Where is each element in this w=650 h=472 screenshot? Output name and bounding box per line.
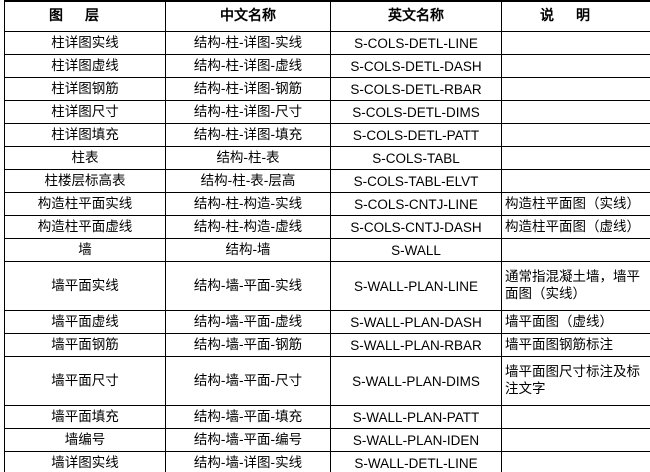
header-row: 图层 中文名称 英文名称 说明 [4, 0, 650, 32]
cell-description: 墙平面图尺寸标注及标注文字 [501, 356, 650, 406]
layer-table: 图层 中文名称 英文名称 说明 柱详图实线 结构-柱-详图-实线 S-COLS-DE… [4, 0, 650, 472]
cell-layer: 墙平面钢筋 [4, 333, 166, 357]
cell-layer: 墙 [4, 238, 166, 262]
table-row: 柱楼层标高表 结构-柱-表-层高 S-COLS-TABL-ELVT [4, 169, 650, 193]
cell-description [501, 123, 650, 147]
cell-english-name: S-WALL-PLAN-DASH [330, 310, 502, 334]
cell-layer: 柱详图尺寸 [4, 100, 166, 124]
cell-chinese-name: 结构-柱-详图-虚线 [165, 54, 331, 78]
table-row: 墙平面虚线 结构-墙-平面-虚线 S-WALL-PLAN-DASH 墙平面图（虚线） [4, 310, 650, 334]
cell-description: 墙平面图钢筋标注 [501, 333, 650, 357]
cell-chinese-name: 结构-墙-平面-虚线 [165, 310, 331, 334]
table-row: 构造柱平面实线 结构-柱-构造-实线 S-COLS-CNTJ-LINE 构造柱平面图（… [4, 192, 650, 216]
table-row: 墙平面填充 结构-墙-平面-填充 S-WALL-PLAN-PATT [4, 405, 650, 429]
cell-chinese-name: 结构-柱-详图-填充 [165, 123, 331, 147]
cell-chinese-name: 结构-柱-构造-实线 [165, 192, 331, 216]
cell-chinese-name: 结构-柱-详图-实线 [165, 31, 331, 55]
cell-english-name: S-COLS-CNTJ-DASH [330, 215, 502, 239]
cell-layer: 墙详图实线 [4, 451, 166, 472]
cell-description: 构造柱平面图（实线） [501, 192, 650, 216]
table-row: 柱详图钢筋 结构-柱-详图-钢筋 S-COLS-DETL-RBAR [4, 77, 650, 101]
cell-chinese-name: 结构-墙-详图-实线 [165, 451, 331, 472]
table-row: 柱详图实线 结构-柱-详图-实线 S-COLS-DETL-LINE [4, 31, 650, 55]
cell-chinese-name: 结构-墙-平面-钢筋 [165, 333, 331, 357]
cell-description [501, 169, 650, 193]
cell-english-name: S-COLS-DETL-PATT [330, 123, 502, 147]
cell-chinese-name: 结构-墙-平面-尺寸 [165, 356, 331, 406]
cell-layer: 墙平面尺寸 [4, 356, 166, 406]
cell-layer: 柱楼层标高表 [4, 169, 166, 193]
cell-layer: 柱详图实线 [4, 31, 166, 55]
cell-english-name: S-COLS-CNTJ-LINE [330, 192, 502, 216]
table-row: 墙平面实线 结构-墙-平面-实线 S-WALL-PLAN-LINE 通常指混凝土墙，墙… [4, 261, 650, 311]
cell-english-name: S-COLS-DETL-RBAR [330, 77, 502, 101]
cell-layer: 墙平面填充 [4, 405, 166, 429]
cell-layer: 柱详图钢筋 [4, 77, 166, 101]
cell-layer: 墙编号 [4, 428, 166, 452]
table-row: 墙详图实线 结构-墙-详图-实线 S-WALL-DETL-LINE [4, 451, 650, 472]
cell-chinese-name: 结构-墙-平面-实线 [165, 261, 331, 311]
cell-chinese-name: 结构-柱-表-层高 [165, 169, 331, 193]
cell-description [501, 238, 650, 262]
table-row: 构造柱平面虚线 结构-柱-构造-虚线 S-COLS-CNTJ-DASH 构造柱平面图（… [4, 215, 650, 239]
table-row: 柱详图虚线 结构-柱-详图-虚线 S-COLS-DETL-DASH [4, 54, 650, 78]
table-row: 柱表 结构-柱-表 S-COLS-TABL [4, 146, 650, 170]
cell-layer: 构造柱平面实线 [4, 192, 166, 216]
cell-description [501, 31, 650, 55]
table-row: 墙平面尺寸 结构-墙-平面-尺寸 S-WALL-PLAN-DIMS 墙平面图尺寸标注及… [4, 356, 650, 406]
cell-english-name: S-COLS-TABL-ELVT [330, 169, 502, 193]
cell-english-name: S-WALL-PLAN-DIMS [330, 356, 502, 406]
cell-english-name: S-WALL-PLAN-PATT [330, 405, 502, 429]
table-row: 墙平面钢筋 结构-墙-平面-钢筋 S-WALL-PLAN-RBAR 墙平面图钢筋标注 [4, 333, 650, 357]
cell-chinese-name: 结构-柱-构造-虚线 [165, 215, 331, 239]
cell-chinese-name: 结构-柱-详图-钢筋 [165, 77, 331, 101]
cell-english-name: S-COLS-DETL-LINE [330, 31, 502, 55]
table-row: 柱详图填充 结构-柱-详图-填充 S-COLS-DETL-PATT [4, 123, 650, 147]
table-row: 墙编号 结构-墙-平面-编号 S-WALL-PLAN-IDEN [4, 428, 650, 452]
header-layer: 图层 [4, 0, 166, 32]
cell-description: 构造柱平面图（虚线） [501, 215, 650, 239]
cell-layer: 墙平面实线 [4, 261, 166, 311]
cell-layer: 构造柱平面虚线 [4, 215, 166, 239]
page: 图层 中文名称 英文名称 说明 柱详图实线 结构-柱-详图-实线 S-COLS-DE… [0, 0, 650, 472]
header-chinese-name: 中文名称 [165, 0, 331, 32]
cell-english-name: S-WALL-PLAN-LINE [330, 261, 502, 311]
cell-chinese-name: 结构-柱-详图-尺寸 [165, 100, 331, 124]
table-body: 柱详图实线 结构-柱-详图-实线 S-COLS-DETL-LINE 柱详图虚线 结构-柱… [4, 31, 650, 472]
table-row: 柱详图尺寸 结构-柱-详图-尺寸 S-COLS-DETL-DIMS [4, 100, 650, 124]
cell-english-name: S-COLS-DETL-DIMS [330, 100, 502, 124]
cell-english-name: S-COLS-DETL-DASH [330, 54, 502, 78]
cell-english-name: S-WALL-PLAN-RBAR [330, 333, 502, 357]
cell-description [501, 428, 650, 452]
cell-description [501, 77, 650, 101]
cell-english-name: S-WALL [330, 238, 502, 262]
cell-layer: 柱表 [4, 146, 166, 170]
cell-description [501, 146, 650, 170]
cell-chinese-name: 结构-墙-平面-填充 [165, 405, 331, 429]
cell-layer: 柱详图填充 [4, 123, 166, 147]
header-english-name: 英文名称 [330, 0, 502, 32]
cell-layer: 墙平面虚线 [4, 310, 166, 334]
cell-description [501, 100, 650, 124]
cell-chinese-name: 结构-墙-平面-编号 [165, 428, 331, 452]
cell-english-name: S-WALL-DETL-LINE [330, 451, 502, 472]
cell-description: 通常指混凝土墙，墙平面图（实线） [501, 261, 650, 311]
cell-layer: 柱详图虚线 [4, 54, 166, 78]
cell-description [501, 54, 650, 78]
cell-description [501, 405, 650, 429]
header-description: 说明 [501, 0, 650, 32]
cell-english-name: S-WALL-PLAN-IDEN [330, 428, 502, 452]
table-row: 墙结构-墙 S-WALL [4, 238, 650, 262]
cell-description [501, 451, 650, 472]
cell-english-name: S-COLS-TABL [330, 146, 502, 170]
cell-chinese-name: 结构-柱-表 [165, 146, 331, 170]
cell-description: 墙平面图（虚线） [501, 310, 650, 334]
cell-chinese-name: 结构-墙 [165, 238, 331, 262]
